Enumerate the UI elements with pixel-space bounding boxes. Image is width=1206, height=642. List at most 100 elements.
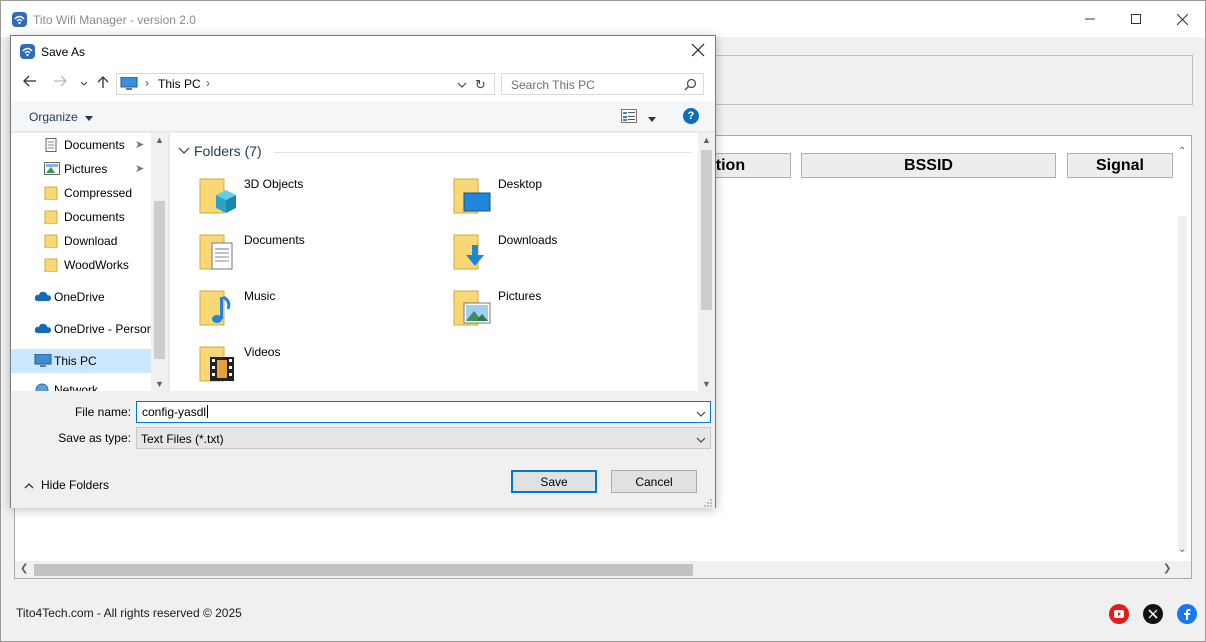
scroll-up-arrow-icon[interactable]: ▲ xyxy=(155,135,164,145)
folder-view-scroll-thumb[interactable] xyxy=(701,150,712,310)
breadcrumb-chevron-icon[interactable]: › xyxy=(206,76,210,90)
tree-item-documents-quick[interactable]: Documents ➤ xyxy=(11,133,151,157)
save-as-dialog: Save As › This PC › ↻ Search This PC Org… xyxy=(10,35,716,508)
folder-documents[interactable]: Documents xyxy=(198,227,438,275)
hide-folders-button[interactable]: Hide Folders xyxy=(24,478,109,492)
refresh-icon[interactable]: ↻ xyxy=(475,77,486,93)
back-arrow-icon[interactable] xyxy=(23,75,37,90)
grid-header-description[interactable]: ption xyxy=(705,153,791,178)
change-view-icon[interactable] xyxy=(621,109,637,126)
collapse-chevron-icon[interactable] xyxy=(178,147,190,155)
scroll-up-arrow-icon[interactable]: ⌃ xyxy=(1178,146,1186,157)
folder-label: Music xyxy=(244,289,276,303)
minimize-button[interactable] xyxy=(1067,1,1113,37)
folder-3d-objects[interactable]: 3D Objects xyxy=(198,171,438,219)
tree-item-network[interactable]: Network xyxy=(11,378,151,391)
pin-icon[interactable]: ➤ xyxy=(135,162,144,175)
view-dropdown-icon[interactable] xyxy=(648,111,656,125)
tree-item-label: OneDrive - Person xyxy=(54,322,154,336)
help-icon[interactable]: ? xyxy=(683,108,699,124)
x-icon[interactable] xyxy=(1143,604,1163,624)
save-type-value: Text Files (*.txt) xyxy=(141,432,224,446)
folder-view-scrollbar[interactable]: ▲ ▼ xyxy=(698,133,715,391)
search-placeholder: Search This PC xyxy=(511,78,595,92)
folder-icon xyxy=(44,210,60,225)
folder-pictures[interactable]: Pictures xyxy=(452,283,692,331)
up-arrow-icon[interactable] xyxy=(97,75,109,92)
save-type-label: Save as type: xyxy=(58,431,131,445)
save-type-dropdown-icon[interactable] xyxy=(696,433,706,447)
tree-item-woodworks[interactable]: WoodWorks xyxy=(11,253,151,277)
dialog-close-button[interactable] xyxy=(691,43,707,59)
tree-item-label: This PC xyxy=(54,354,97,368)
app-close-button[interactable] xyxy=(1159,1,1205,37)
tree-item-compressed[interactable]: Compressed xyxy=(11,181,151,205)
grid-header-signal[interactable]: Signal xyxy=(1067,153,1173,178)
grid-hscroll-thumb[interactable] xyxy=(34,564,693,576)
navigation-scrollbar[interactable]: ▲ ▼ xyxy=(151,133,168,391)
organize-button[interactable]: Organize xyxy=(29,110,94,124)
resize-grip-icon[interactable] xyxy=(704,496,713,507)
scroll-right-arrow-icon[interactable]: ❯ xyxy=(1163,563,1171,574)
tree-item-label: WoodWorks xyxy=(64,258,129,272)
folder-label: Pictures xyxy=(498,289,542,303)
onedrive-icon xyxy=(34,290,51,304)
file-name-dropdown-icon[interactable] xyxy=(696,407,706,421)
breadcrumb-this-pc[interactable]: This PC xyxy=(158,77,201,91)
onedrive-icon xyxy=(34,322,51,336)
file-name-label: File name: xyxy=(74,405,131,419)
tree-item-pictures-quick[interactable]: Pictures ➤ xyxy=(11,157,151,181)
chevron-up-icon xyxy=(24,482,34,488)
tree-item-label: Network xyxy=(54,383,99,391)
folder-downloads[interactable]: Downloads xyxy=(452,227,692,275)
breadcrumb-chevron-icon[interactable]: › xyxy=(145,76,149,90)
tree-item-documents-folder[interactable]: Documents xyxy=(11,205,151,229)
tree-item-download[interactable]: Download xyxy=(11,229,151,253)
app-wifi-icon xyxy=(12,12,27,27)
search-box[interactable]: Search This PC xyxy=(501,73,704,95)
save-button[interactable]: Save xyxy=(511,470,597,493)
scroll-down-arrow-icon[interactable]: ⌄ xyxy=(1178,544,1186,555)
folder-icon xyxy=(44,234,60,249)
scroll-left-arrow-icon[interactable]: ❮ xyxy=(20,563,28,574)
file-name-input[interactable]: config-yasdl xyxy=(136,401,711,423)
save-type-select[interactable]: Text Files (*.txt) xyxy=(136,427,711,449)
recent-locations-chevron-icon[interactable] xyxy=(80,75,88,90)
folder-desktop[interactable]: Desktop xyxy=(452,171,692,219)
address-bar[interactable]: › This PC › ↻ xyxy=(116,73,495,95)
navigation-scroll-thumb[interactable] xyxy=(154,201,165,359)
tree-item-onedrive-personal[interactable]: OneDrive - Person xyxy=(11,317,154,341)
grid-horizontal-scrollbar[interactable]: ❮ ❯ xyxy=(15,561,1191,578)
pin-icon[interactable]: ➤ xyxy=(135,138,144,151)
grid-header-bssid[interactable]: BSSID xyxy=(801,153,1056,178)
dialog-app-icon xyxy=(20,44,35,59)
videos-folder-icon xyxy=(198,343,238,383)
navigation-bar: › This PC › ↻ Search This PC xyxy=(11,66,715,101)
folders-group-label: Folders (7) xyxy=(194,143,262,159)
scroll-down-arrow-icon[interactable]: ▼ xyxy=(155,379,164,389)
desktop-folder-icon xyxy=(452,175,492,215)
tree-item-label: Pictures xyxy=(64,162,108,176)
folder-music[interactable]: Music xyxy=(198,283,438,331)
maximize-button[interactable] xyxy=(1113,1,1159,37)
address-dropdown-icon[interactable] xyxy=(457,78,467,92)
folder-videos[interactable]: Videos xyxy=(198,339,438,387)
save-fields: File name: config-yasdl Save as type: Te… xyxy=(11,392,715,508)
search-icon[interactable] xyxy=(684,78,697,94)
grid-vscroll-thumb[interactable] xyxy=(1178,216,1187,551)
scroll-down-arrow-icon[interactable]: ▼ xyxy=(702,379,711,389)
cancel-button[interactable]: Cancel xyxy=(611,470,697,493)
app-title: Tito Wifi Manager - version 2.0 xyxy=(33,13,196,27)
youtube-icon[interactable] xyxy=(1109,604,1129,624)
dialog-titlebar: Save As xyxy=(11,36,715,66)
file-name-value: config-yasdl xyxy=(142,405,209,419)
folders-group-header[interactable]: Folders (7) xyxy=(178,143,262,159)
tree-item-onedrive[interactable]: OneDrive xyxy=(11,285,151,309)
documents-folder-icon xyxy=(198,231,238,271)
pc-icon xyxy=(34,353,52,368)
tree-item-this-pc[interactable]: This PC xyxy=(11,349,151,373)
scroll-up-arrow-icon[interactable]: ▲ xyxy=(702,135,711,145)
facebook-icon[interactable] xyxy=(1177,604,1197,624)
forward-arrow-icon[interactable] xyxy=(53,75,67,90)
grid-vertical-scrollbar[interactable]: ⌃ ⌄ xyxy=(1174,136,1191,562)
